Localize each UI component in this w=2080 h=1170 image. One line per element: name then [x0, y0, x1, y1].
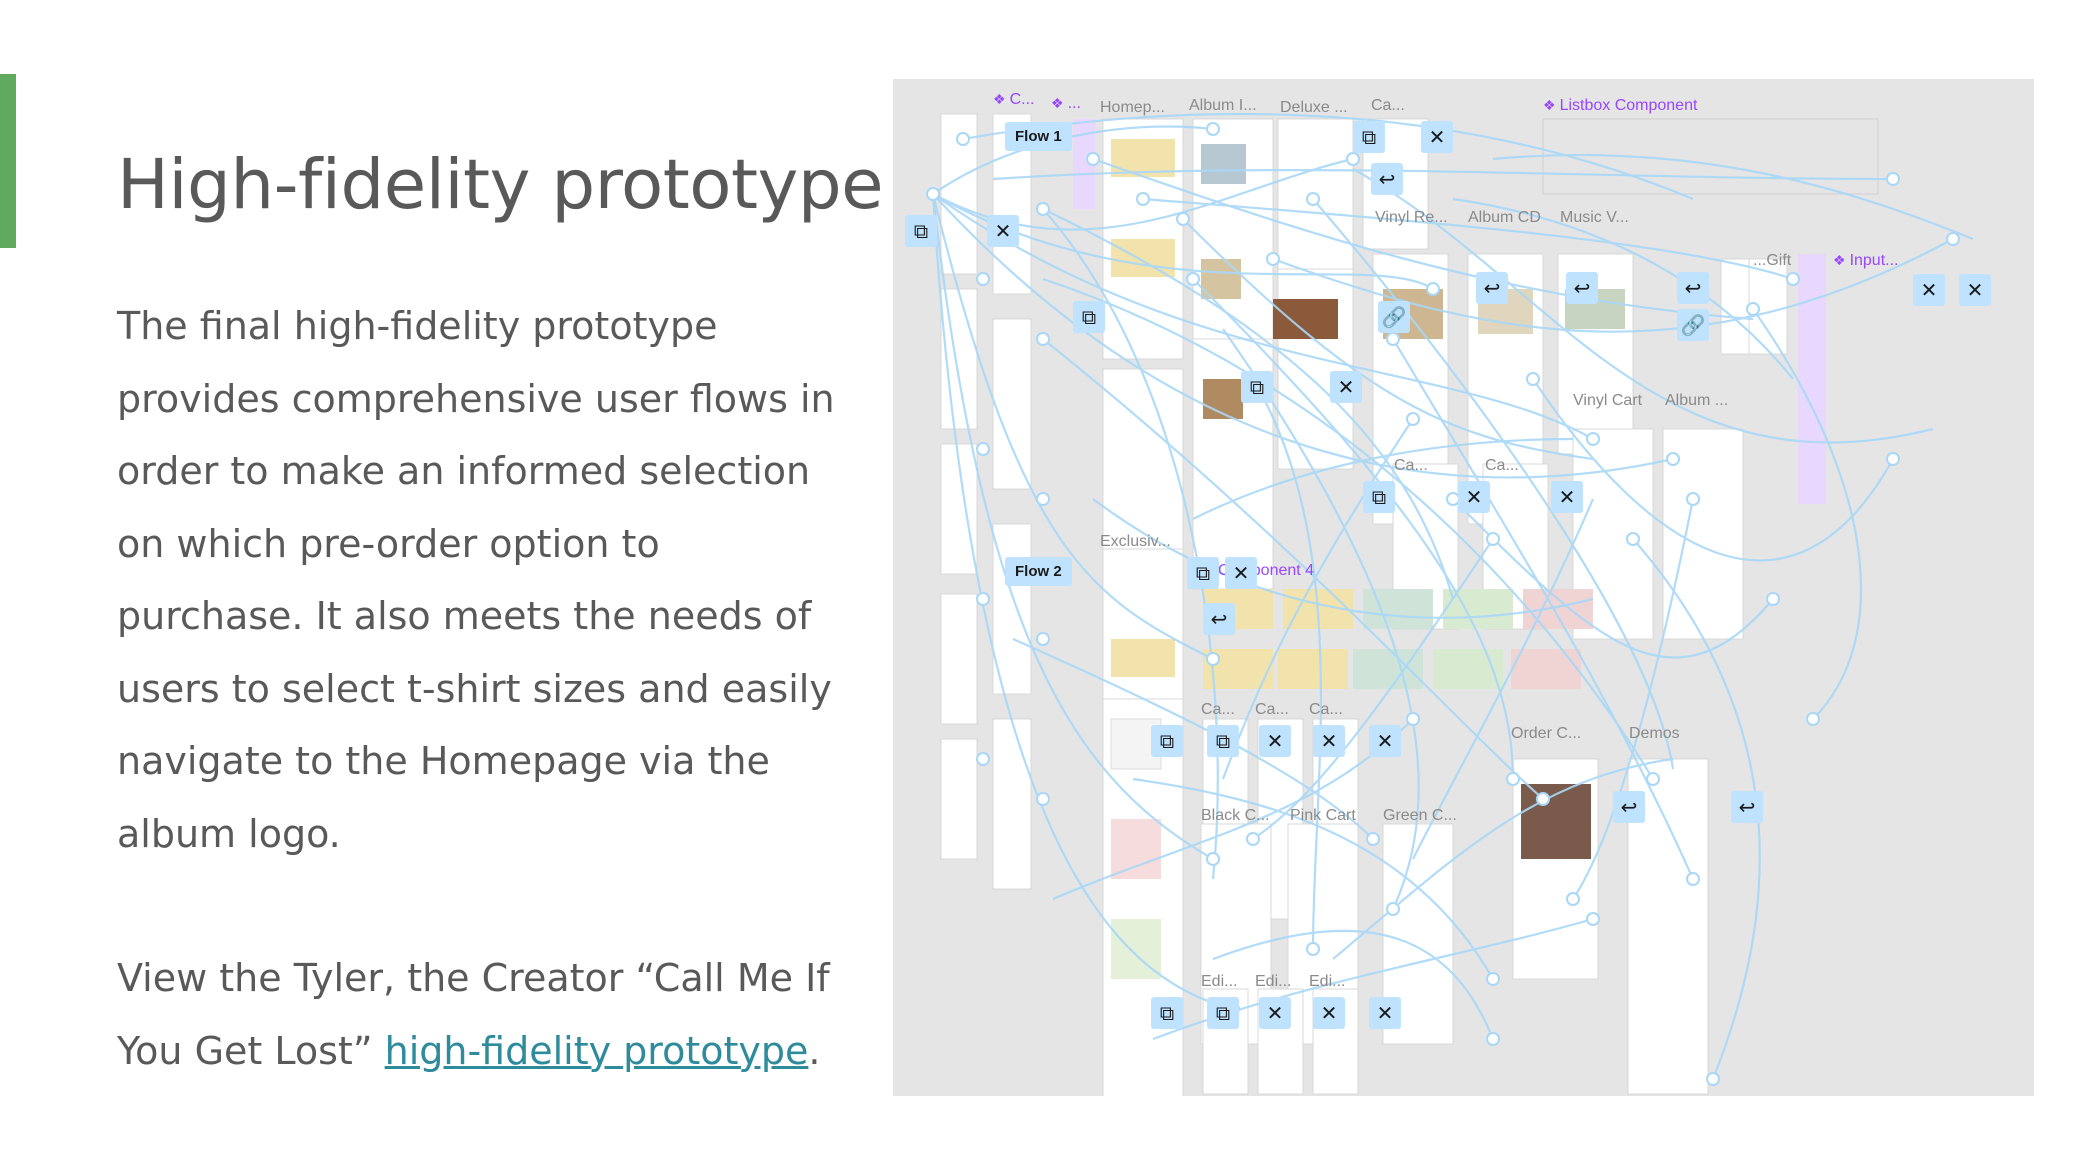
accent-bar — [0, 74, 16, 248]
component-label-text: C... — [1009, 91, 1035, 108]
frame-label-order-confirmation: Order C... — [1511, 725, 1582, 742]
link-icon[interactable]: 🔗 — [1378, 301, 1410, 333]
sidebar-frame — [940, 593, 978, 725]
frame-label-pink-cart: Pink Cart — [1290, 807, 1356, 824]
component-label-text: ... — [1067, 95, 1081, 112]
component-label-dots: ❖... — [1051, 95, 1081, 113]
component-label-text: Listbox Component — [1559, 97, 1698, 114]
component-label-c: ❖ C... — [993, 91, 1034, 109]
close-icon[interactable]: ✕ — [1330, 371, 1362, 403]
copy-frame-icon[interactable]: ⧉ — [1353, 121, 1385, 153]
copy-frame-icon[interactable]: ⧉ — [905, 215, 937, 247]
box-set-thumbnail — [1111, 819, 1161, 879]
album-photo — [1201, 144, 1246, 184]
figma-prototype-canvas[interactable]: Homep... Album I... Deluxe ... Ca... Vin… — [893, 79, 2034, 1096]
component-variant — [1511, 649, 1581, 689]
close-icon[interactable]: ✕ — [1259, 997, 1291, 1029]
sidebar-frame — [992, 318, 1032, 490]
close-icon[interactable]: ✕ — [1369, 725, 1401, 757]
copy-frame-icon[interactable]: ⧉ — [1151, 997, 1183, 1029]
component-diamond-icon: ❖ — [1051, 95, 1064, 111]
input-frame — [1720, 258, 1750, 355]
frame-label-album-cd: Album CD — [1468, 209, 1541, 226]
flow-1-start[interactable]: Flow 1 — [1005, 122, 1072, 151]
prototype-wireframe — [926, 112, 1974, 1096]
sidebar-frame — [992, 718, 1032, 890]
component-variant — [1363, 589, 1433, 629]
component-variant — [1278, 649, 1348, 689]
back-arrow-icon[interactable]: ↩ — [1476, 272, 1508, 304]
album-art-thumbnail — [1111, 239, 1175, 277]
listbox-container — [1542, 118, 1879, 195]
copy-frame-icon[interactable]: ⧉ — [1363, 481, 1395, 513]
frame-label-cart: Ca... — [1255, 701, 1289, 718]
copy-frame-icon[interactable]: ⧉ — [1207, 997, 1239, 1029]
slide-body: The final high-fidelity prototype provid… — [117, 290, 857, 1087]
close-icon[interactable]: ✕ — [1959, 274, 1991, 306]
component-diamond-icon: ❖ — [1543, 97, 1556, 113]
component-diamond-icon: ❖ — [1833, 252, 1846, 268]
frame-label-vinyl-cart: Vinyl Cart — [1573, 392, 1643, 409]
frame-label-deluxe: Deluxe ... — [1280, 99, 1348, 116]
close-icon[interactable]: ✕ — [1225, 557, 1257, 589]
frame-label-cart: Ca... — [1394, 457, 1428, 474]
frame-label-gift: ...Gift — [1753, 252, 1792, 269]
prototype-link[interactable]: high-fidelity prototype — [385, 1029, 809, 1073]
close-icon[interactable]: ✕ — [1313, 725, 1345, 757]
close-icon[interactable]: ✕ — [1369, 997, 1401, 1029]
frame-label-album-cart: Album ... — [1665, 392, 1729, 409]
frame-label-album: Album I... — [1189, 97, 1257, 114]
frame-label-edit: Edi... — [1201, 973, 1238, 990]
frame-label-cart: Ca... — [1201, 701, 1235, 718]
component-column — [1798, 254, 1826, 504]
component-label-input: ❖ Input... — [1833, 252, 1898, 270]
close-icon[interactable]: ✕ — [1551, 481, 1583, 513]
back-arrow-icon[interactable]: ↩ — [1613, 791, 1645, 823]
component-label-text: Input... — [1849, 252, 1899, 269]
flow-2-start[interactable]: Flow 2 — [1005, 557, 1072, 586]
copy-frame-icon[interactable]: ⧉ — [1241, 371, 1273, 403]
paragraph-description: The final high-fidelity prototype provid… — [117, 304, 835, 856]
frame-label-black-cart: Black C... — [1201, 807, 1270, 824]
close-icon[interactable]: ✕ — [987, 215, 1019, 247]
frame-label-music-video: Music V... — [1560, 209, 1629, 226]
copy-frame-icon[interactable]: ⧉ — [1151, 725, 1183, 757]
album-art-thumbnail — [1111, 639, 1175, 677]
frame-label-edit: Edi... — [1309, 973, 1346, 990]
component-variant — [1443, 589, 1513, 629]
component-variant — [1353, 649, 1423, 689]
frame-label-vinyl-re: Vinyl Re... — [1375, 209, 1448, 226]
component-label-listbox: ❖ Listbox Component — [1543, 97, 1697, 115]
component-variant — [1523, 589, 1593, 629]
link-icon[interactable]: 🔗 — [1677, 309, 1709, 341]
component-diamond-icon: ❖ — [993, 91, 1006, 107]
slide-title: High-fidelity prototype — [117, 145, 884, 225]
copy-frame-icon[interactable]: ⧉ — [1073, 301, 1105, 333]
frame-label-demos: Demos — [1629, 725, 1680, 742]
frame-label-cart: Ca... — [1309, 701, 1343, 718]
link-suffix: . — [808, 1028, 821, 1073]
back-arrow-icon[interactable]: ↩ — [1203, 603, 1235, 635]
frame-label-homepage: Homep... — [1100, 99, 1165, 116]
close-icon[interactable]: ✕ — [1421, 121, 1453, 153]
close-icon[interactable]: ✕ — [1313, 997, 1345, 1029]
paragraph-link-line: View the Tyler, the Creator “Call Me If … — [117, 942, 857, 1087]
close-icon[interactable]: ✕ — [1913, 274, 1945, 306]
frame-label-green-cart: Green C... — [1383, 807, 1457, 824]
frame-label-cart: Ca... — [1485, 457, 1519, 474]
close-icon[interactable]: ✕ — [1259, 725, 1291, 757]
frame-label-edit: Edi... — [1255, 973, 1292, 990]
frame-label-ca: Ca... — [1371, 97, 1405, 114]
sidebar-frame — [940, 738, 978, 860]
back-arrow-icon[interactable]: ↩ — [1566, 272, 1598, 304]
copy-frame-icon[interactable]: ⧉ — [1207, 725, 1239, 757]
back-arrow-icon[interactable]: ↩ — [1371, 163, 1403, 195]
close-icon[interactable]: ✕ — [1458, 481, 1490, 513]
copy-frame-icon[interactable]: ⧉ — [1187, 557, 1219, 589]
frame-label-exclusive: Exclusiv... — [1100, 533, 1171, 550]
back-arrow-icon[interactable]: ↩ — [1731, 791, 1763, 823]
back-arrow-icon[interactable]: ↩ — [1677, 272, 1709, 304]
